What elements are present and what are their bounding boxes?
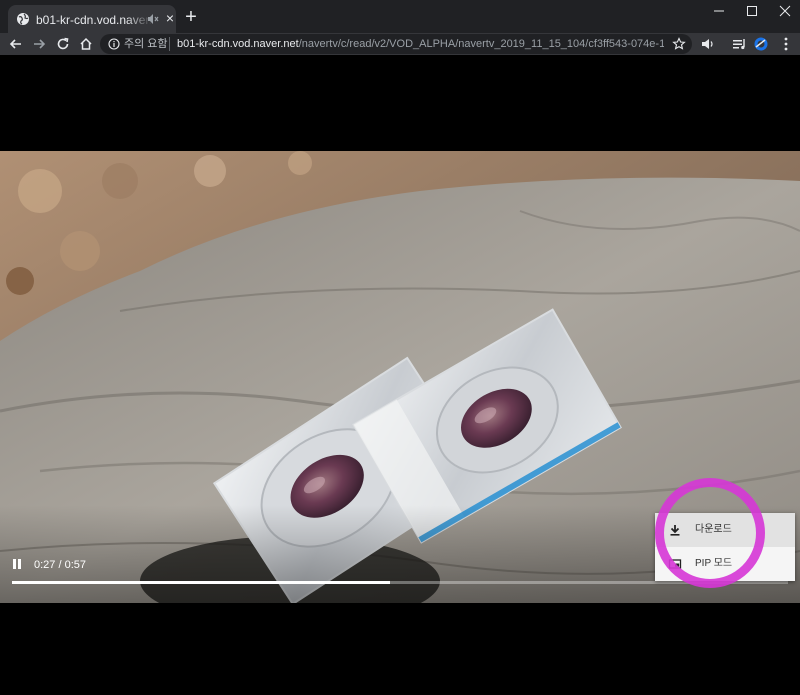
kebab-menu-icon[interactable] xyxy=(780,36,792,52)
tab-strip: b01-kr-cdn.vod.naver.net/navertv/c/read/… xyxy=(0,0,800,33)
new-tab-button[interactable]: + xyxy=(182,7,200,27)
browser-toolbar: 주의 요함 b01-kr-cdn.vod.naver.net/navertv/c… xyxy=(0,33,800,55)
speaker-muted-icon[interactable] xyxy=(146,12,160,26)
home-icon[interactable] xyxy=(78,36,94,52)
menu-item-label: PIP 모드 xyxy=(695,558,733,569)
minimize-icon[interactable] xyxy=(702,0,736,22)
video-player[interactable]: 0:27 / 0:57 다운로드 PIP 모드 xyxy=(0,55,800,695)
extension-icon[interactable] xyxy=(753,36,769,52)
media-control-icon[interactable] xyxy=(731,36,747,52)
url-path: /navertv/c/read/v2/VOD_ALPHA/navertv_201… xyxy=(298,38,664,50)
menu-item-download[interactable]: 다운로드 xyxy=(655,513,795,547)
pause-icon[interactable] xyxy=(10,557,24,571)
speaker-icon[interactable] xyxy=(700,36,716,52)
menu-item-label: 다운로드 xyxy=(695,524,732,535)
reload-icon[interactable] xyxy=(55,36,71,52)
video-context-menu: 다운로드 PIP 모드 xyxy=(655,513,795,581)
bookmark-star-icon[interactable] xyxy=(672,37,686,51)
url-host: b01-kr-cdn.vod.naver.net xyxy=(177,38,299,50)
picture-in-picture-icon xyxy=(668,559,682,569)
info-icon[interactable] xyxy=(108,38,120,50)
window-close-icon[interactable] xyxy=(768,0,800,22)
back-arrow-icon[interactable] xyxy=(8,36,24,52)
maximize-icon[interactable] xyxy=(735,0,769,22)
url-text[interactable]: b01-kr-cdn.vod.naver.net/navertv/c/read/… xyxy=(177,38,664,50)
address-bar[interactable]: 주의 요함 b01-kr-cdn.vod.naver.net/navertv/c… xyxy=(100,34,692,54)
progress-fill xyxy=(12,581,390,584)
security-warning[interactable]: 주의 요함 xyxy=(124,38,168,50)
download-icon xyxy=(670,525,680,536)
omnibox-divider xyxy=(169,37,170,51)
progress-bar[interactable] xyxy=(12,581,788,584)
browser-window: b01-kr-cdn.vod.naver.net/navertv/c/read/… xyxy=(0,0,800,695)
globe-icon xyxy=(17,13,29,25)
tab-close-icon[interactable]: × xyxy=(163,11,177,25)
time-display: 0:27 / 0:57 xyxy=(34,559,86,571)
tab-title: b01-kr-cdn.vod.naver.net/navertv/c/read/… xyxy=(36,12,152,28)
menu-item-pip[interactable]: PIP 모드 xyxy=(655,547,795,581)
browser-tab[interactable]: b01-kr-cdn.vod.naver.net/navertv/c/read/… xyxy=(8,5,176,33)
forward-arrow-icon[interactable] xyxy=(31,36,47,52)
